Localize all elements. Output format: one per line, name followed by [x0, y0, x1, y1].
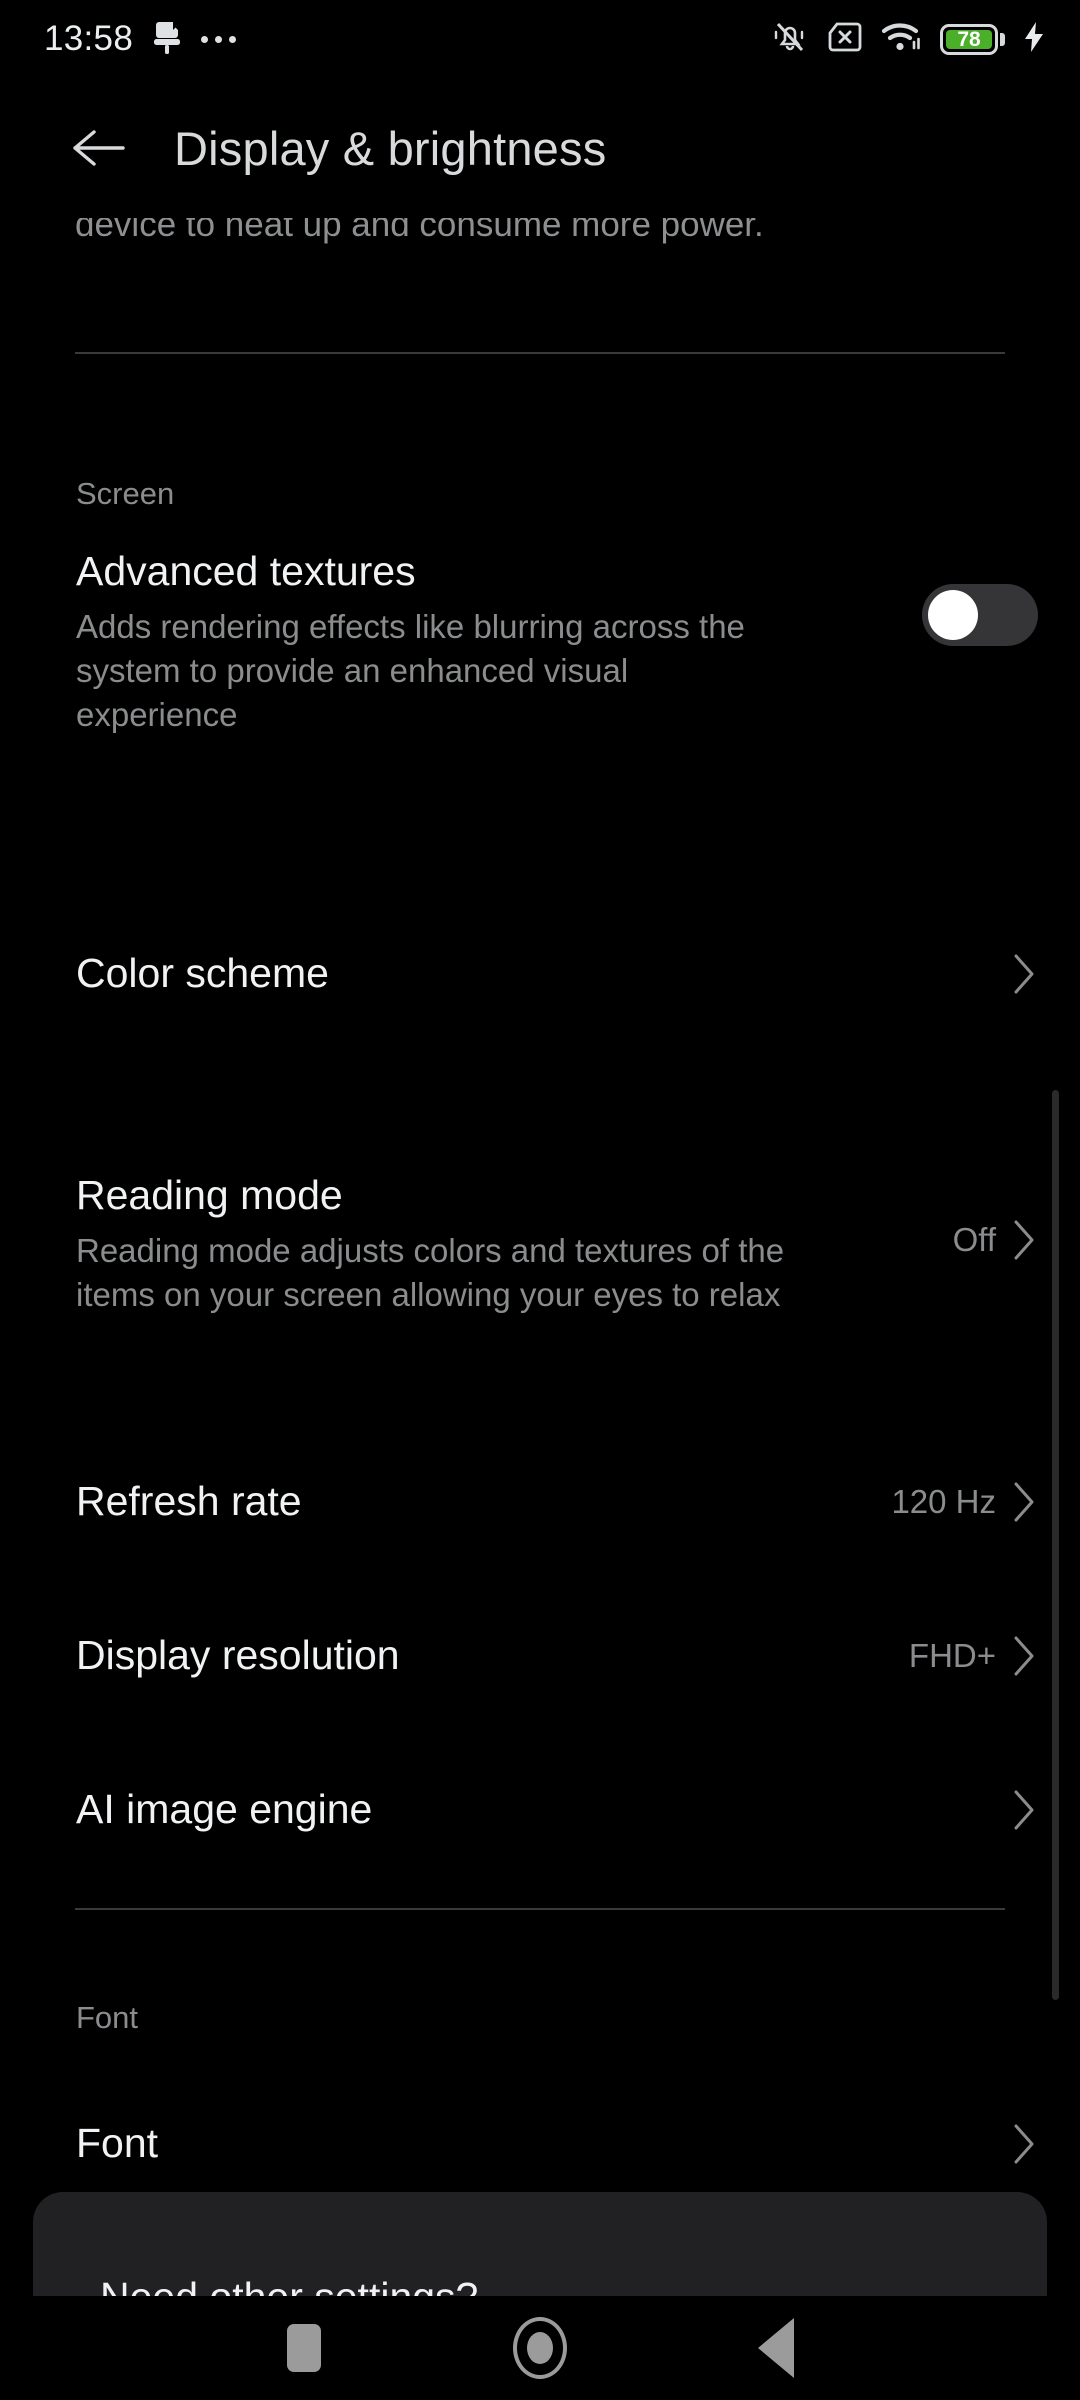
advanced-textures-toggle[interactable]	[922, 584, 1038, 646]
app-header: Display & brightness	[0, 78, 1080, 218]
row-title: Color scheme	[76, 950, 329, 996]
row-title: AI image engine	[76, 1786, 373, 1832]
silent-bell-icon	[771, 19, 809, 60]
row-text-block: Refresh rate	[0, 1476, 891, 1526]
clock: 13:58	[44, 19, 134, 58]
section-label-font: Font	[76, 2000, 139, 2035]
battery-percent: 78	[957, 27, 981, 51]
settings-scroll-area[interactable]: device to heat up and consume more power…	[0, 218, 1080, 2188]
battery-body: 78	[940, 23, 998, 55]
battery-fill: 78	[946, 27, 992, 51]
chevron-right-icon	[1014, 2124, 1034, 2164]
back-triangle-icon	[758, 2318, 794, 2378]
chevron-right-icon	[1014, 1636, 1034, 1676]
row-value: 120 Hz	[891, 1483, 996, 1520]
theme-roller-icon	[151, 20, 183, 59]
bottom-sheet-card[interactable]: Need other settings?	[33, 2192, 1047, 2312]
row-control	[1012, 948, 1080, 996]
phone-screen: 13:58 78 Display & brightness device to …	[0, 0, 1080, 2400]
setting-row-font[interactable]: Font	[0, 2118, 1080, 2168]
sim-card-off-icon	[826, 20, 864, 59]
row-description: Reading mode adjusts colors and textures…	[76, 1232, 785, 1313]
back-arrow-icon	[73, 130, 125, 166]
row-control	[922, 546, 1080, 646]
chevron-right-icon	[1014, 1790, 1034, 1830]
row-text-block: Advanced textures Adds rendering effects…	[0, 546, 922, 737]
back-nav-button[interactable]	[658, 2296, 894, 2400]
chevron-right-icon	[1014, 1482, 1034, 1522]
setting-row-color-scheme[interactable]: Color scheme	[0, 948, 1080, 998]
wifi-icon	[881, 20, 923, 59]
row-text-block: Reading mode Reading mode adjusts colors…	[0, 1170, 953, 1317]
setting-row-reading-mode[interactable]: Reading mode Reading mode adjusts colors…	[0, 1170, 1080, 1317]
navigation-bar	[0, 2296, 1080, 2400]
battery-indicator: 78	[940, 23, 1005, 55]
setting-row-ai-image-engine[interactable]: AI image engine	[0, 1784, 1080, 1834]
back-button[interactable]	[42, 93, 152, 203]
row-title: Reading mode	[76, 1172, 343, 1218]
section-divider-font	[75, 1908, 1005, 1910]
section-divider-top	[75, 352, 1005, 354]
row-value: Off	[952, 1221, 996, 1258]
row-description: Adds rendering effects like blurring acr…	[76, 608, 745, 733]
row-text-block: Display resolution	[0, 1630, 909, 1680]
chevron-right-icon	[1014, 954, 1034, 994]
recents-button[interactable]	[186, 2296, 422, 2400]
setting-row-display-resolution[interactable]: Display resolution FHD+	[0, 1630, 1080, 1680]
battery-cap	[1000, 32, 1005, 46]
row-title: Advanced textures	[76, 548, 416, 594]
row-value: FHD+	[908, 1637, 996, 1674]
home-circle-icon	[513, 2317, 567, 2379]
clipped-paragraph: device to heat up and consume more power…	[75, 218, 764, 244]
status-bar: 13:58 78	[0, 0, 1080, 78]
section-label-screen: Screen	[76, 476, 175, 511]
row-control	[1012, 2118, 1080, 2166]
recents-square-icon	[287, 2324, 321, 2372]
row-control: Off	[953, 1170, 1080, 1262]
page-title: Display & brightness	[174, 121, 607, 175]
status-bar-right: 78	[771, 19, 1046, 60]
row-title: Refresh rate	[76, 1478, 302, 1524]
chevron-right-icon	[1014, 1220, 1034, 1260]
row-title: Display resolution	[76, 1632, 400, 1678]
charging-bolt-icon	[1022, 20, 1046, 59]
row-text-block: Font	[0, 2118, 1012, 2168]
overflow-dots-icon	[201, 35, 237, 43]
row-text-block: Color scheme	[0, 948, 1012, 998]
vertical-scrollbar[interactable]	[1052, 1090, 1059, 2000]
row-text-block: AI image engine	[0, 1784, 1012, 1834]
home-button[interactable]	[422, 2296, 658, 2400]
setting-row-refresh-rate[interactable]: Refresh rate 120 Hz	[0, 1476, 1080, 1526]
toggle-knob	[928, 590, 978, 640]
setting-row-advanced-textures[interactable]: Advanced textures Adds rendering effects…	[0, 546, 1080, 737]
row-control	[1012, 1784, 1080, 1832]
status-bar-left: 13:58	[44, 19, 237, 59]
row-title: Font	[76, 2120, 159, 2166]
